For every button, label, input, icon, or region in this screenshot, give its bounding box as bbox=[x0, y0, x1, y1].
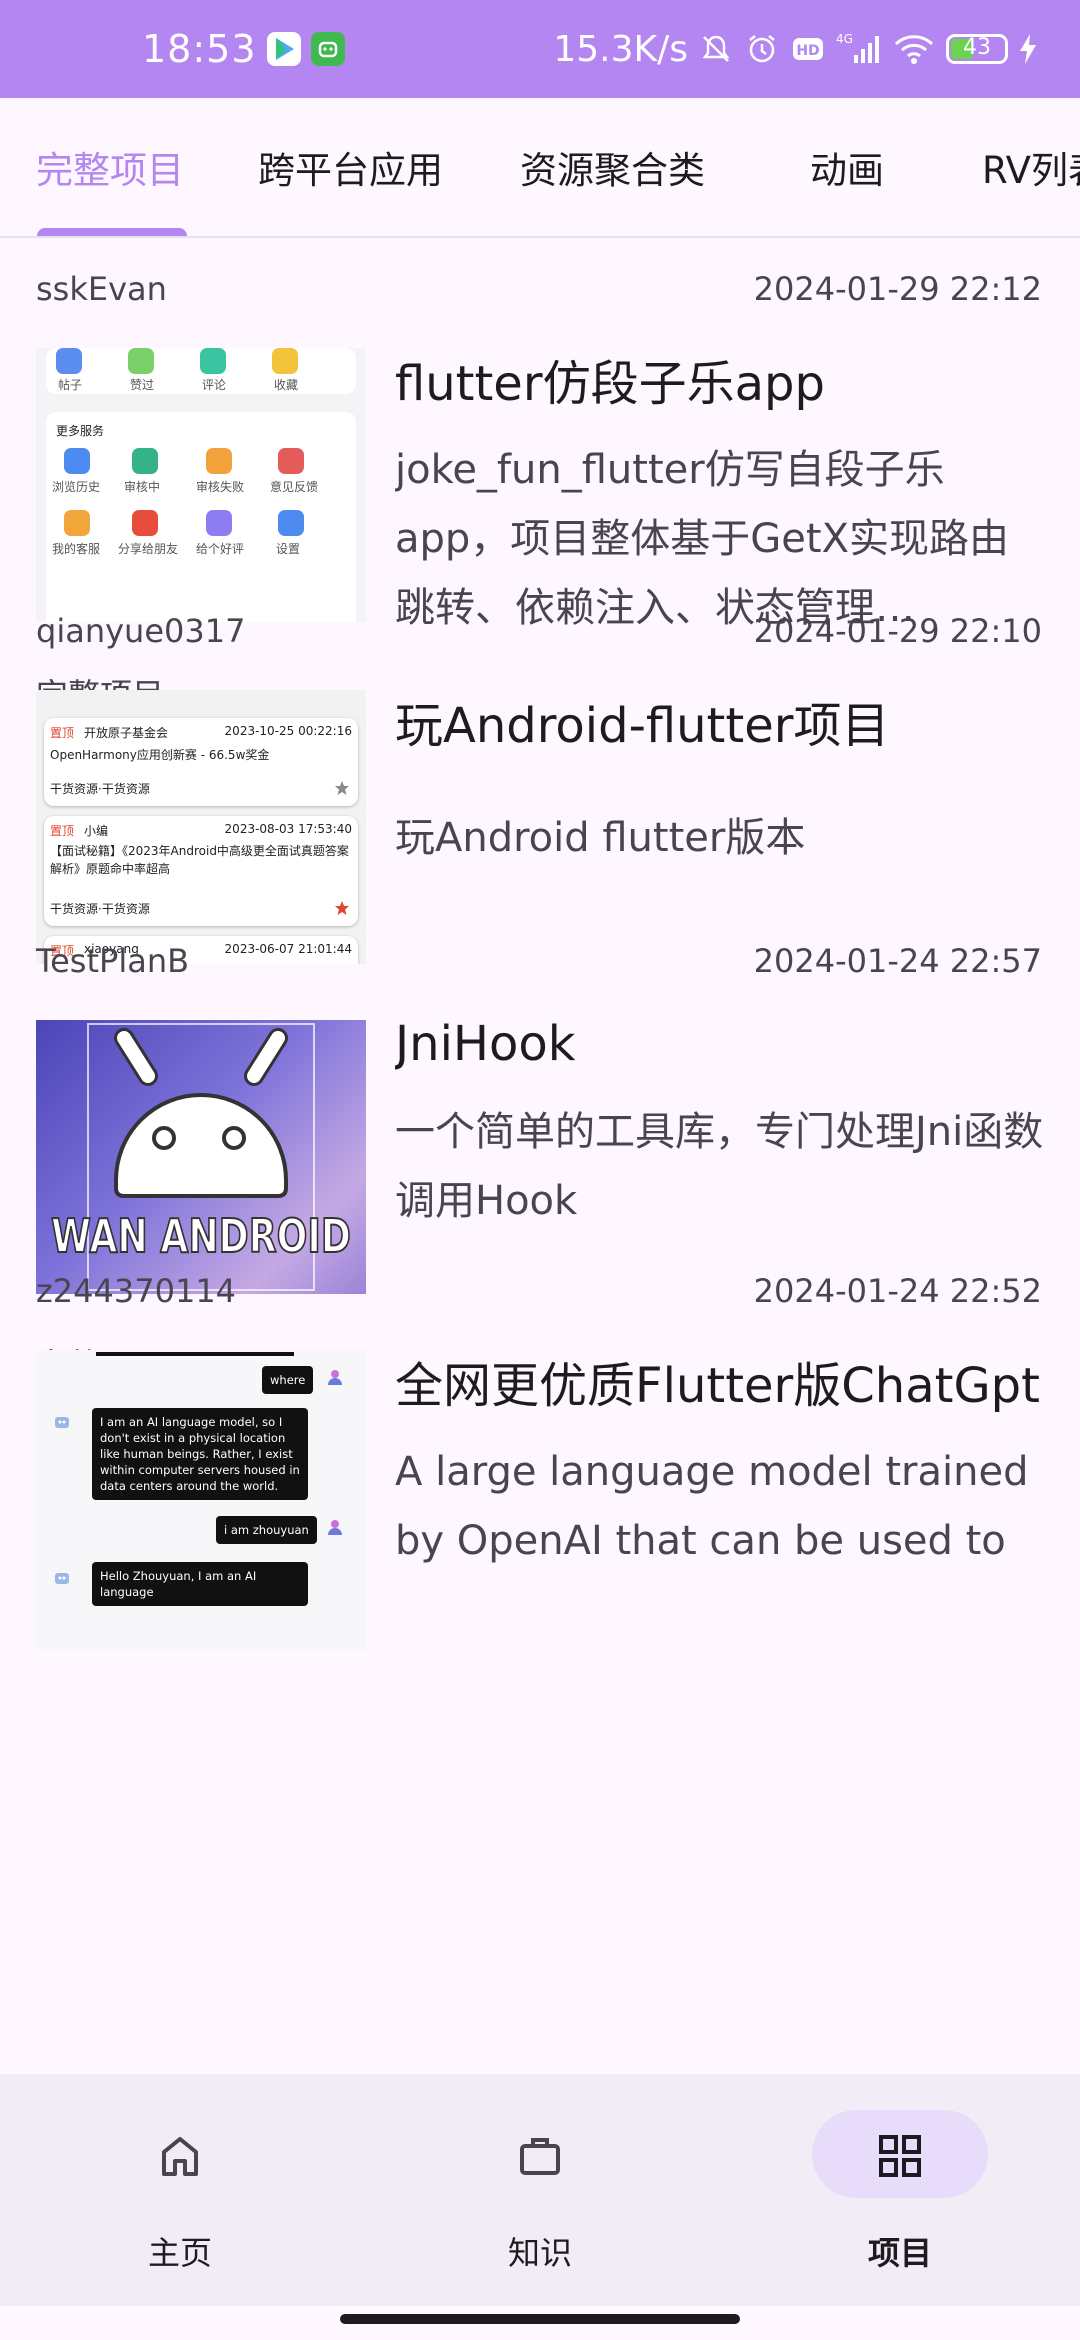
author: sskEvan bbox=[36, 270, 167, 308]
tab-complete-projects[interactable]: 完整项目 bbox=[36, 98, 184, 236]
publish-date: 2024-01-29 22:10 bbox=[753, 612, 1042, 650]
project-title: JniHook bbox=[395, 1016, 576, 1072]
thumb-top-card: 帖子 赞过 评论 收藏 bbox=[46, 348, 356, 394]
tab-animation[interactable]: 动画 bbox=[810, 98, 884, 236]
posts-icon bbox=[56, 348, 82, 374]
thumb-label: 帖子 bbox=[58, 378, 83, 392]
thumb-label: 意见反馈 bbox=[270, 480, 319, 494]
settings-icon bbox=[278, 510, 304, 536]
history-icon bbox=[64, 448, 90, 474]
wifi-icon bbox=[894, 35, 934, 64]
net-speed: 15.3K/s bbox=[553, 28, 688, 70]
chat-bubble-user: where bbox=[262, 1366, 314, 1394]
ai-avatar-icon bbox=[55, 1417, 69, 1428]
thumb-divider bbox=[96, 1352, 294, 1356]
status-time: 18:53 bbox=[142, 27, 257, 71]
home-icon bbox=[162, 2137, 198, 2176]
thumb-label: 我的客服 bbox=[52, 542, 101, 556]
list-item[interactable]: z244370114 2024-01-24 22:52 where I am a… bbox=[0, 1240, 1080, 1730]
battery-icon: 43 bbox=[946, 34, 1008, 64]
svg-text:HD: HD bbox=[796, 43, 819, 59]
grid-icon bbox=[879, 2135, 921, 2177]
thumb-label: 浏览历史 bbox=[52, 480, 101, 494]
project-title: 玩Android-flutter项目 bbox=[395, 698, 890, 754]
android-app-icon bbox=[310, 32, 345, 66]
thumb-time: 2023-08-03 17:53:40 bbox=[224, 822, 352, 836]
thumb-title: OpenHarmony应用创新赛 - 66.5w奖金 bbox=[50, 748, 270, 762]
play-store-icon bbox=[266, 32, 301, 66]
thumb-author: 小编 bbox=[84, 824, 109, 838]
thumb-label: 赞过 bbox=[130, 378, 155, 392]
user-avatar-icon bbox=[328, 1520, 342, 1535]
ai-avatar-icon bbox=[55, 1573, 69, 1584]
thumb-label: 评论 bbox=[202, 378, 227, 392]
chat-bubble-user: i am zhouyuan bbox=[216, 1516, 317, 1544]
author: TestPlanB bbox=[36, 942, 190, 980]
likes-icon bbox=[128, 348, 154, 374]
thumb-label: 审核失败 bbox=[196, 480, 245, 494]
publish-date: 2024-01-24 22:52 bbox=[753, 1272, 1042, 1310]
failed-icon bbox=[206, 448, 232, 474]
tab-cross-platform[interactable]: 跨平台应用 bbox=[258, 98, 443, 236]
thumb-label: 设置 bbox=[276, 542, 301, 556]
user-avatar-icon bbox=[328, 1370, 342, 1385]
hd-icon: HD bbox=[793, 38, 823, 60]
project-description: A large language model trained by OpenAI… bbox=[395, 1449, 1029, 1564]
charging-icon bbox=[1020, 34, 1036, 64]
thumb-label: 收藏 bbox=[274, 378, 299, 392]
publish-date: 2024-01-24 22:57 bbox=[753, 942, 1042, 980]
alarm-icon bbox=[749, 35, 775, 63]
project-description: 玩Android flutter版本 bbox=[395, 815, 806, 861]
nav-projects[interactable]: 项目 bbox=[780, 2110, 1020, 2280]
star-icon bbox=[335, 781, 349, 795]
publish-date: 2024-01-29 22:12 bbox=[753, 270, 1042, 308]
chat-bubble-ai: Hello Zhouyuan, I am an AI language bbox=[92, 1562, 308, 1606]
nav-home[interactable]: 主页 bbox=[60, 2110, 300, 2280]
thumb-time: 2023-10-25 00:22:16 bbox=[224, 724, 352, 738]
nav-label: 知识 bbox=[507, 2234, 572, 2272]
nav-label: 主页 bbox=[147, 2234, 212, 2272]
project-title: flutter仿段子乐app bbox=[395, 356, 825, 412]
tab-rv-list[interactable]: RV列表 bbox=[982, 98, 1080, 236]
project-list: sskEvan 2024-01-29 22:12 帖子 赞过 评论 收藏 更多服… bbox=[0, 238, 1080, 2074]
favorites-icon bbox=[272, 348, 298, 374]
briefcase-icon bbox=[520, 2138, 560, 2175]
thumb-section-title: 更多服务 bbox=[56, 424, 105, 438]
bottom-navigation: 主页 知识 项目 bbox=[0, 2074, 1080, 2306]
status-bar: 18:53 15.3K/s HD 4G 43 bbox=[0, 0, 1080, 98]
signal-4g-icon: 4G bbox=[836, 32, 879, 63]
share-icon bbox=[132, 510, 158, 536]
thumb-author: 开放原子基金会 bbox=[84, 726, 169, 740]
rate-icon bbox=[206, 510, 232, 536]
project-thumbnail: where I am an AI language model, so I do… bbox=[36, 1350, 366, 1650]
home-indicator[interactable] bbox=[340, 2314, 740, 2324]
battery-level: 43 bbox=[963, 35, 991, 60]
thumb-label: 审核中 bbox=[124, 480, 161, 494]
thumb-category: 干货资源·干货资源 bbox=[50, 782, 150, 796]
project-description: 一个简单的工具库，专门处理Jni函数调用Hook bbox=[395, 1109, 1044, 1224]
thumb-label: 分享给朋友 bbox=[118, 542, 179, 556]
mute-icon bbox=[702, 35, 730, 62]
author: qianyue0317 bbox=[36, 612, 246, 650]
feedback-icon bbox=[278, 448, 304, 474]
service-icon bbox=[64, 510, 90, 536]
author: z244370114 bbox=[36, 1272, 237, 1310]
thumb-tag: 置顶 bbox=[50, 824, 75, 838]
nav-knowledge[interactable]: 知识 bbox=[420, 2110, 660, 2280]
tab-resource-aggregation[interactable]: 资源聚合类 bbox=[520, 98, 705, 236]
nav-label: 项目 bbox=[867, 2234, 932, 2272]
chat-bubble-ai: I am an AI language model, so I don't ex… bbox=[92, 1408, 308, 1500]
thumb-card: 置顶 开放原子基金会 2023-10-25 00:22:16 OpenHarmo… bbox=[44, 718, 358, 806]
svg-text:4G: 4G bbox=[836, 32, 853, 46]
category-tabs: 完整项目 跨平台应用 资源聚合类 动画 RV列表 bbox=[0, 98, 1080, 238]
project-title: 全网更优质Flutter版ChatGpt bbox=[395, 1358, 1040, 1414]
review-icon bbox=[132, 448, 158, 474]
thumb-label: 给个好评 bbox=[196, 542, 245, 556]
thumb-title: 【面试秘籍】《2023年Android中高级更全面试真题答案解析》原题命中率超高 bbox=[50, 844, 349, 876]
tab-indicator bbox=[37, 228, 187, 236]
thumb-tag: 置顶 bbox=[50, 726, 75, 740]
comments-icon bbox=[200, 348, 226, 374]
